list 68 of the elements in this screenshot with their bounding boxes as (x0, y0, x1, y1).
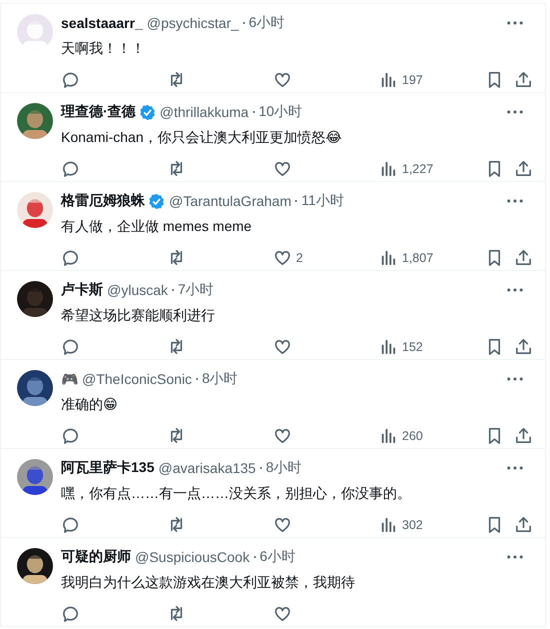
bar-chart-icon[interactable] (379, 426, 398, 445)
reply-icon[interactable] (61, 426, 80, 445)
user-handle[interactable]: @TarantulaGraham (169, 193, 292, 209)
heart-icon[interactable] (273, 604, 292, 623)
timestamp[interactable]: 8小时 (266, 459, 302, 477)
heart-icon[interactable] (273, 159, 292, 178)
display-name[interactable]: 卢卡斯 (61, 281, 103, 299)
user-handle[interactable]: @SuspiciousCook (135, 549, 250, 565)
user-handle[interactable]: @avarisaka135 (158, 460, 256, 476)
share-icon[interactable] (514, 159, 533, 178)
more-options-icon[interactable] (507, 466, 523, 470)
view-count: 152 (402, 340, 423, 354)
heart-icon[interactable] (273, 70, 292, 89)
timestamp[interactable]: 7小时 (178, 281, 214, 299)
timestamp[interactable]: 6小时 (260, 548, 296, 566)
bar-chart-icon[interactable] (379, 70, 398, 89)
user-handle[interactable]: @TheIconicSonic (82, 371, 192, 387)
heart-icon[interactable] (273, 426, 292, 445)
view-count: 197 (402, 72, 423, 86)
reply-icon[interactable] (61, 604, 80, 623)
bar-chart-icon[interactable] (379, 337, 398, 356)
more-options-icon[interactable] (507, 199, 523, 203)
bar-chart-icon[interactable] (379, 159, 398, 178)
more-options-icon[interactable] (507, 21, 523, 25)
more-options-icon[interactable] (507, 377, 523, 381)
user-handle[interactable]: @psychicstar_ (146, 15, 239, 31)
like-count: 2 (296, 250, 303, 264)
reply-icon[interactable] (61, 515, 80, 534)
post-text: 天啊我！！！ (61, 39, 146, 57)
timestamp[interactable]: 11小时 (301, 192, 344, 210)
more-options-icon[interactable] (507, 555, 523, 559)
post-text: Konami-chan，你只会让澳大利亚更加愤怒😂 (61, 128, 343, 146)
heart-icon[interactable] (273, 337, 292, 356)
reply-icon[interactable] (61, 70, 80, 89)
view-count: 260 (402, 428, 423, 442)
display-name[interactable]: 可疑的厨师 (61, 548, 131, 566)
share-icon[interactable] (514, 337, 533, 356)
view-count: 1,227 (402, 162, 434, 176)
more-options-icon[interactable] (507, 110, 523, 114)
reply-icon[interactable] (61, 337, 80, 356)
timestamp[interactable]: 10小时 (258, 103, 302, 121)
user-handle[interactable]: @yluscak (107, 282, 168, 298)
share-icon[interactable] (514, 426, 533, 445)
display-name[interactable]: 格雷厄姆狼蛛 (61, 192, 145, 210)
display-name[interactable]: 🎮 (61, 371, 78, 387)
heart-icon[interactable] (273, 515, 292, 534)
timestamp[interactable]: 8小时 (202, 370, 238, 388)
display-name[interactable]: 阿瓦里萨卡135 (61, 459, 154, 477)
user-handle[interactable]: @thrillakkuma (160, 104, 249, 120)
share-icon[interactable] (514, 515, 533, 534)
share-icon[interactable] (514, 248, 533, 267)
post-text: 我明白为什么这款游戏在澳大利亚被禁，我期待 (61, 573, 356, 591)
reply-icon[interactable] (61, 248, 80, 267)
display-name[interactable]: sealstaaarr_ (61, 15, 143, 31)
view-count: 302 (402, 518, 423, 532)
post-text: 准确的😁 (61, 395, 119, 413)
display-name[interactable]: 理查德·查德 (61, 103, 136, 121)
reply-icon[interactable] (61, 159, 80, 178)
post-text: 有人做，企业做 memes meme (61, 217, 253, 235)
heart-icon[interactable] (273, 248, 292, 267)
view-count: 1,807 (402, 250, 434, 264)
bar-chart-icon[interactable] (379, 248, 398, 267)
post-text: 希望这场比赛能顺利进行 (61, 306, 216, 324)
bar-chart-icon[interactable] (379, 515, 398, 534)
post-text: 嘿，你有点……有一点……没关系，别担心，你没事的。 (61, 484, 412, 502)
share-icon[interactable] (514, 70, 533, 89)
more-options-icon[interactable] (507, 288, 523, 292)
timestamp[interactable]: 6小时 (248, 14, 285, 32)
